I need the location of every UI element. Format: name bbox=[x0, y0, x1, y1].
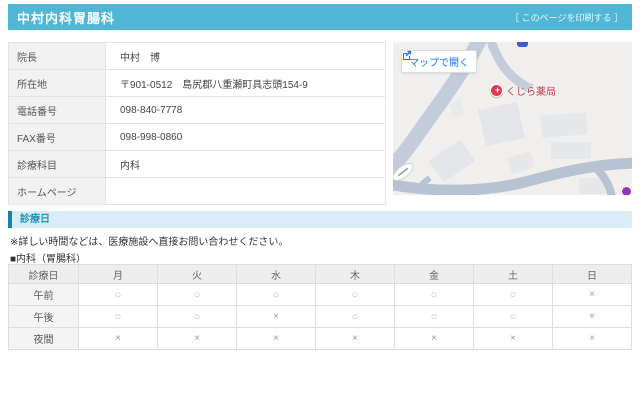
schedule-cell: ○ bbox=[157, 283, 237, 306]
info-value: 〒901-0512 島尻郡八重瀬町具志頭154-9 bbox=[105, 69, 386, 97]
schedule-row-label: 午前 bbox=[8, 283, 79, 306]
map-poi-dot-icon bbox=[517, 42, 528, 47]
info-row-address: 所在地 〒901-0512 島尻郡八重瀬町具志頭154-9 bbox=[8, 69, 386, 97]
schedule-cell: ○ bbox=[315, 283, 395, 306]
schedule-cell: ○ bbox=[473, 305, 553, 328]
info-row-fax: FAX番号 098-998-0860 bbox=[8, 123, 386, 151]
schedule-table: 診療日 月 火 水 木 金 土 日 午前 ○ ○ ○ ○ ○ ○ × 午後 ○ … bbox=[8, 264, 632, 350]
schedule-cell: ○ bbox=[473, 283, 553, 306]
clinic-detail-page: 中村内科胃腸科 ［ このページを印刷する ］ 院長 中村 博 所在地 〒901-… bbox=[0, 0, 640, 400]
schedule-row-afternoon: 午後 ○ ○ × ○ ○ ○ × bbox=[8, 305, 632, 328]
external-link-icon bbox=[403, 51, 411, 60]
schedule-cell: ○ bbox=[394, 305, 474, 328]
schedule-cell: ○ bbox=[78, 283, 158, 306]
pharmacy-marker[interactable]: くじら薬局 bbox=[490, 83, 556, 98]
info-row-departments: 診療科目 内科 bbox=[8, 150, 386, 178]
info-label: FAX番号 bbox=[8, 123, 106, 151]
schedule-cell: × bbox=[552, 283, 632, 306]
open-in-map-button[interactable]: マップで開く bbox=[401, 50, 477, 73]
section-title: 診療日 bbox=[20, 214, 50, 225]
schedule-cell: × bbox=[236, 327, 316, 350]
schedule-note: ※詳しい時間などは、医療施設へ直接お問い合わせください。 bbox=[10, 237, 289, 248]
info-value: 098-998-0860 bbox=[105, 123, 386, 151]
schedule-col-header: 月 bbox=[78, 264, 158, 284]
schedule-cell: ○ bbox=[394, 283, 474, 306]
schedule-cell: ○ bbox=[157, 305, 237, 328]
shop-poi-icon[interactable] bbox=[621, 186, 632, 195]
print-page-link[interactable]: ［ このページを印刷する ］ bbox=[510, 11, 623, 24]
info-label: 院長 bbox=[8, 42, 106, 70]
schedule-header-row: 診療日 月 火 水 木 金 土 日 bbox=[8, 264, 632, 284]
schedule-row-label: 午後 bbox=[8, 305, 79, 328]
schedule-row-label: 夜間 bbox=[8, 327, 79, 350]
schedule-cell: × bbox=[552, 327, 632, 350]
info-row-director: 院長 中村 博 bbox=[8, 42, 386, 70]
schedule-col-header: 金 bbox=[394, 264, 474, 284]
open-in-map-label: マップで開く bbox=[409, 58, 469, 69]
schedule-cell: × bbox=[315, 327, 395, 350]
info-value: 内科 bbox=[105, 150, 386, 178]
header-bar: 中村内科胃腸科 ［ このページを印刷する ］ bbox=[8, 4, 632, 30]
schedule-col-header: 日 bbox=[552, 264, 632, 284]
schedule-cell: × bbox=[78, 327, 158, 350]
clinic-info-table: 院長 中村 博 所在地 〒901-0512 島尻郡八重瀬町具志頭154-9 電話… bbox=[8, 42, 386, 205]
info-label: 診療科目 bbox=[8, 150, 106, 178]
schedule-cell: ○ bbox=[315, 305, 395, 328]
schedule-cell: ○ bbox=[236, 283, 316, 306]
schedule-cell: × bbox=[552, 305, 632, 328]
map-canvas[interactable]: マップで開く くじら薬局 bbox=[393, 42, 632, 195]
info-value: 098-840-7778 bbox=[105, 96, 386, 124]
schedule-col-header: 木 bbox=[315, 264, 395, 284]
info-label: ホームページ bbox=[8, 177, 106, 205]
schedule-col-header: 水 bbox=[236, 264, 316, 284]
section-header-consultation-days: 診療日 bbox=[8, 211, 632, 228]
info-value: 中村 博 bbox=[105, 42, 386, 70]
page-title: 中村内科胃腸科 bbox=[17, 10, 116, 26]
info-value bbox=[105, 177, 386, 205]
info-row-homepage: ホームページ bbox=[8, 177, 386, 205]
schedule-col-header: 診療日 bbox=[8, 264, 79, 284]
schedule-col-header: 土 bbox=[473, 264, 553, 284]
info-row-phone: 電話番号 098-840-7778 bbox=[8, 96, 386, 124]
schedule-col-header: 火 bbox=[157, 264, 237, 284]
info-label: 電話番号 bbox=[8, 96, 106, 124]
pharmacy-pin-icon bbox=[490, 84, 504, 97]
schedule-cell: × bbox=[473, 327, 553, 350]
info-label: 所在地 bbox=[8, 69, 106, 97]
schedule-cell: ○ bbox=[78, 305, 158, 328]
schedule-cell: × bbox=[236, 305, 316, 328]
schedule-cell: × bbox=[394, 327, 474, 350]
department-title: ■内科（胃腸科） bbox=[10, 254, 87, 265]
schedule-row-night: 夜間 × × × × × × × bbox=[8, 327, 632, 350]
schedule-row-morning: 午前 ○ ○ ○ ○ ○ ○ × bbox=[8, 283, 632, 306]
pharmacy-label: くじら薬局 bbox=[506, 87, 556, 98]
schedule-cell: × bbox=[157, 327, 237, 350]
